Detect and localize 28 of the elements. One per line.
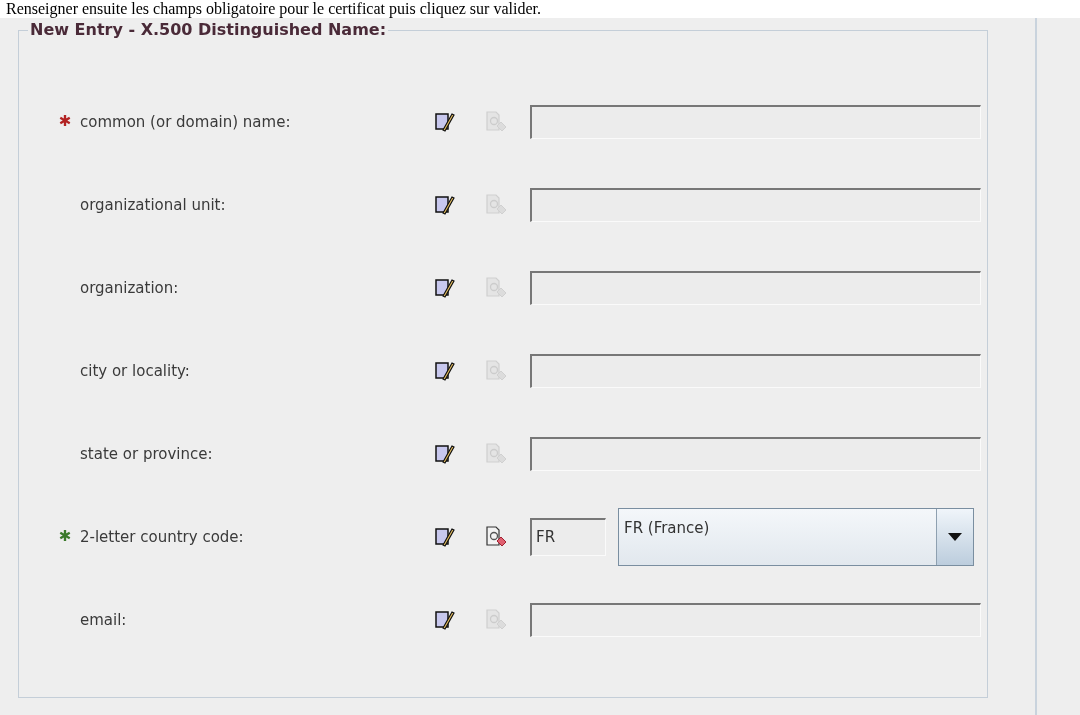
country-code-field[interactable]: FR <box>530 517 606 556</box>
edit-icon[interactable] <box>435 359 455 382</box>
input-field[interactable] <box>530 104 981 139</box>
field-label: organization: <box>80 278 179 297</box>
input-field[interactable] <box>530 270 981 305</box>
field-label: email: <box>80 610 127 629</box>
page-eraser-icon[interactable] <box>485 525 507 548</box>
field-label: organizational unit: <box>80 195 226 214</box>
edit-icon[interactable] <box>435 525 455 548</box>
country-dropdown[interactable]: FR (France) <box>618 507 974 566</box>
input-field[interactable] <box>530 436 981 471</box>
required-marker: ✱ <box>58 111 72 133</box>
edit-icon[interactable] <box>435 608 455 631</box>
panel-title: New Entry - X.500 Distinguished Name: <box>28 20 389 40</box>
field-label: state or province: <box>80 444 213 463</box>
edit-icon[interactable] <box>435 442 455 465</box>
required-marker: ✱ <box>58 526 72 548</box>
input-field[interactable] <box>530 353 981 388</box>
edit-icon[interactable] <box>435 110 455 133</box>
edit-icon[interactable] <box>435 276 455 299</box>
input-field[interactable] <box>530 602 981 637</box>
field-label: common (or domain) name: <box>80 112 291 131</box>
instruction-text: Renseigner ensuite les champs obligatoire pour le certificat puis cliquez sur valider. <box>6 0 541 18</box>
input-field[interactable] <box>530 187 981 222</box>
caret-icon <box>948 532 962 541</box>
field-label: city or locality: <box>80 361 190 380</box>
field-label: 2-letter country code: <box>80 527 244 546</box>
edit-icon[interactable] <box>435 193 455 216</box>
